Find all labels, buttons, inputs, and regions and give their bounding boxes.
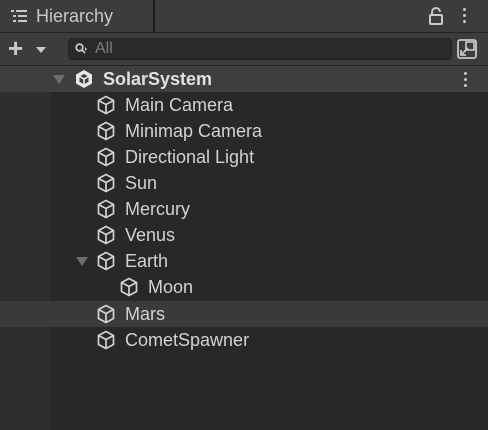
tree-item-label: Directional Light	[125, 147, 255, 167]
tree-item-label: SolarSystem	[103, 69, 213, 89]
tree-item-mars[interactable]: Mars	[0, 301, 488, 327]
scene-menu-icon[interactable]	[464, 72, 468, 90]
window-menu-icon[interactable]	[463, 8, 467, 26]
tree-root-solarsystem[interactable]: SolarSystem	[0, 66, 488, 92]
tree-item-minimap-camera[interactable]: Minimap Camera	[0, 118, 488, 144]
tree-item-label: CometSpawner	[125, 330, 250, 350]
tree-item-label: Moon	[148, 277, 194, 297]
tree-item-label: Sun	[125, 173, 158, 193]
tree-item-label: Mars	[125, 304, 165, 324]
gameobject-cube-icon	[120, 277, 138, 297]
gameobject-cube-icon	[97, 225, 115, 245]
hierarchy-tree: SolarSystem Main Camera Minimap Camera D…	[0, 66, 488, 430]
gameobject-cube-icon	[97, 199, 115, 219]
gameobject-cube-icon	[97, 330, 115, 350]
gameobject-cube-icon	[97, 173, 115, 193]
tree-item-earth[interactable]: Earth	[0, 248, 488, 274]
tab-bar: Hierarchy	[0, 0, 488, 32]
search-icon	[75, 43, 87, 54]
tab-title: Hierarchy	[36, 6, 114, 26]
gameobject-cube-icon	[97, 121, 115, 141]
fold-arrow-icon[interactable]	[53, 75, 65, 84]
tree-item-sun[interactable]: Sun	[0, 170, 488, 196]
tree-item-cometspawner[interactable]: CometSpawner	[0, 327, 488, 353]
hierarchy-window: Hierarchy + All SolarSystem Main Camera …	[0, 0, 488, 430]
tree-item-directional-light[interactable]: Directional Light	[0, 144, 488, 170]
hierarchy-toolbar: +	[0, 32, 488, 66]
tree-item-main-camera[interactable]: Main Camera	[0, 92, 488, 118]
tree-item-label: Mercury	[125, 199, 191, 219]
gameobject-cube-icon	[97, 304, 115, 324]
chevron-down-icon	[36, 47, 46, 53]
scene-visibility-icon[interactable]	[455, 38, 479, 60]
add-object-button[interactable]: +	[6, 33, 50, 63]
tree-item-label: Venus	[125, 225, 176, 245]
tree-item-moon[interactable]: Moon	[0, 274, 488, 300]
gameobject-cube-icon	[97, 95, 115, 115]
tree-item-label: Earth	[125, 251, 169, 271]
tree-item-mercury[interactable]: Mercury	[0, 196, 488, 222]
search-input[interactable]	[95, 40, 435, 58]
plus-icon: +	[8, 33, 24, 63]
tree-item-label: Main Camera	[125, 95, 234, 115]
gameobject-cube-icon	[97, 147, 115, 167]
fold-arrow-icon[interactable]	[76, 257, 88, 266]
tree-item-venus[interactable]: Venus	[0, 222, 488, 248]
hierarchy-list-icon	[11, 10, 27, 22]
lock-icon[interactable]	[428, 7, 444, 25]
tree-item-label: Minimap Camera	[125, 121, 263, 141]
unity-logo-icon	[76, 70, 92, 88]
search-field[interactable]	[68, 38, 452, 60]
tab-hierarchy[interactable]: Hierarchy	[0, 0, 154, 32]
gameobject-cube-icon	[97, 251, 115, 271]
